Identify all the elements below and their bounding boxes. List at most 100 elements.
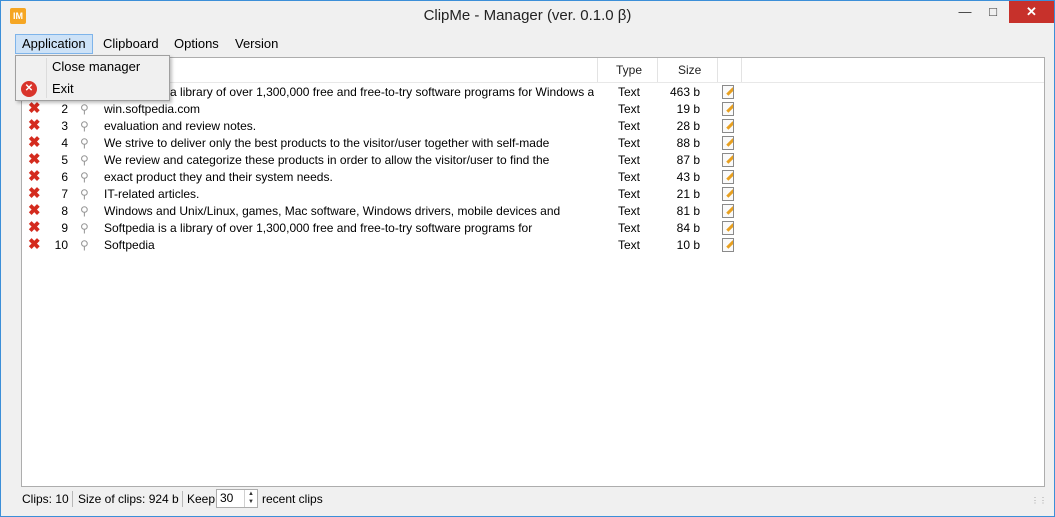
row-size: 87 b [676,153,700,167]
menu-clipboard[interactable]: Clipboard [97,34,165,54]
delete-x-icon[interactable]: ✖ [28,152,44,168]
exit-menu-item[interactable]: Exit [52,78,74,100]
row-text: Windows and Unix/Linux, games, Mac softw… [104,204,561,218]
row-type: Text [618,204,641,218]
edit-note-icon[interactable] [722,153,734,167]
row-number: 4 [61,136,68,150]
edit-note-icon[interactable] [722,238,734,252]
recent-clips-label: recent clips [262,492,323,506]
menu-version[interactable]: Version [229,34,284,54]
column-header-edit[interactable] [718,58,742,82]
row-text: exact product they and their system need… [104,170,333,184]
magnifier-icon[interactable]: ⚲ [80,186,94,203]
row-type: Text [618,136,641,150]
menu-bar: Application Clipboard Options Version [2,33,1053,55]
row-type: Text [618,153,641,167]
row-size: 43 b [676,170,700,184]
keep-label: Keep [187,492,216,506]
row-type: Text [618,170,641,184]
close-button[interactable]: ✕ [1009,1,1054,23]
row-text: Softpedia is a library of over 1,300,000… [104,85,594,99]
row-number: 7 [61,187,68,201]
row-text: We strive to deliver only the best produ… [104,136,550,150]
keep-stepper[interactable]: 30 ▲ ▼ [216,489,258,508]
magnifier-icon[interactable]: ⚲ [80,237,94,254]
magnifier-icon[interactable]: ⚲ [80,220,94,237]
row-size: 10 b [676,238,700,252]
edit-note-icon[interactable] [722,170,734,184]
row-type: Text [618,187,641,201]
row-size: 19 b [676,102,700,116]
magnifier-icon[interactable]: ⚲ [80,101,94,118]
row-type: Text [618,119,641,133]
list-row[interactable]: ✖ 5 ⚲ We review and categorize these produc… [22,152,742,169]
delete-x-icon[interactable]: ✖ [28,118,44,134]
status-divider [182,491,183,507]
title-bar: IM ClipMe - Manager (ver. 0.1.0 β) — □ ✕ [1,1,1054,31]
spin-arrows-icon[interactable]: ▲ ▼ [244,490,257,507]
delete-x-icon[interactable]: ✖ [28,169,44,185]
row-number: 6 [61,170,68,184]
menu-application[interactable]: Application [15,34,93,54]
row-text: Softpedia is a library of over 1,300,000… [104,221,533,235]
clips-count: Clips: 10 [22,492,69,506]
dropdown-divider [46,58,47,98]
edit-note-icon[interactable] [722,136,734,150]
app-window: IM ClipMe - Manager (ver. 0.1.0 β) — □ ✕… [0,0,1055,517]
row-type: Text [618,102,641,116]
edit-note-icon[interactable] [722,85,734,99]
row-number: 3 [61,119,68,133]
list-row[interactable]: ✖ 7 ⚲ IT-related articles. Text 21 b [22,186,742,203]
list-row[interactable]: ✖ 10 ⚲ Softpedia Text 10 b [22,237,742,254]
magnifier-icon[interactable]: ⚲ [80,135,94,152]
list-row[interactable]: ✖ 6 ⚲ exact product they and their system n… [22,169,742,186]
row-size: 463 b [669,85,700,99]
keep-value[interactable]: 30 [220,490,233,507]
delete-x-icon[interactable]: ✖ [28,203,44,219]
row-number: 9 [61,221,68,235]
edit-note-icon[interactable] [722,102,734,116]
list-row[interactable]: ✖ 2 ⚲ win.softpedia.com Text 19 b [22,101,742,118]
list-row[interactable]: ✖ 3 ⚲ evaluation and review notes. Text 28 b [22,118,742,135]
row-type: Text [618,238,641,252]
delete-x-icon[interactable]: ✖ [28,135,44,151]
row-number: 5 [61,153,68,167]
row-text: IT-related articles. [104,187,200,201]
row-text: We review and categorize these products … [104,153,550,167]
edit-note-icon[interactable] [722,204,734,218]
row-text: evaluation and review notes. [104,119,257,133]
list-row[interactable]: ✖ 9 ⚲ Softpedia is a library of over 1,300,… [22,220,742,237]
clips-list[interactable]: Type Size ✖1⚲Softpedia is a library of o… [21,57,1045,487]
column-header-size[interactable]: Size [658,58,718,82]
delete-x-icon[interactable]: ✖ [28,237,44,253]
application-dropdown-menu: Close manager ✕ Exit [15,55,170,101]
magnifier-icon[interactable]: ⚲ [80,169,94,186]
maximize-button[interactable]: □ [980,1,1006,23]
edit-note-icon[interactable] [722,221,734,235]
row-number: 2 [61,102,68,116]
row-type: Text [618,85,641,99]
row-size: 88 b [676,136,700,150]
row-size: 28 b [676,119,700,133]
row-text: Softpedia [104,238,155,252]
delete-x-icon[interactable]: ✖ [28,220,44,236]
list-row[interactable]: ✖ 4 ⚲ We strive to deliver only the best pr… [22,135,742,152]
magnifier-icon[interactable]: ⚲ [80,152,94,169]
row-number: 8 [61,204,68,218]
edit-note-icon[interactable] [722,187,734,201]
close-manager-menu-item[interactable]: Close manager [52,56,140,78]
minimize-button[interactable]: — [951,1,979,23]
edit-note-icon[interactable] [722,119,734,133]
delete-x-icon[interactable]: ✖ [28,186,44,202]
magnifier-icon[interactable]: ⚲ [80,118,94,135]
clips-size: Size of clips: 924 b [78,492,179,506]
resize-grip-icon[interactable]: ⋮⋮ [1031,496,1047,505]
column-header-type[interactable]: Type [598,58,658,82]
delete-x-icon[interactable]: ✖ [28,101,44,117]
row-type: Text [618,221,641,235]
row-size: 81 b [676,204,700,218]
menu-options[interactable]: Options [168,34,225,54]
list-row[interactable]: ✖ 8 ⚲ Windows and Unix/Linux, games, Mac so… [22,203,742,220]
header-divider [22,82,1044,83]
magnifier-icon[interactable]: ⚲ [80,203,94,220]
